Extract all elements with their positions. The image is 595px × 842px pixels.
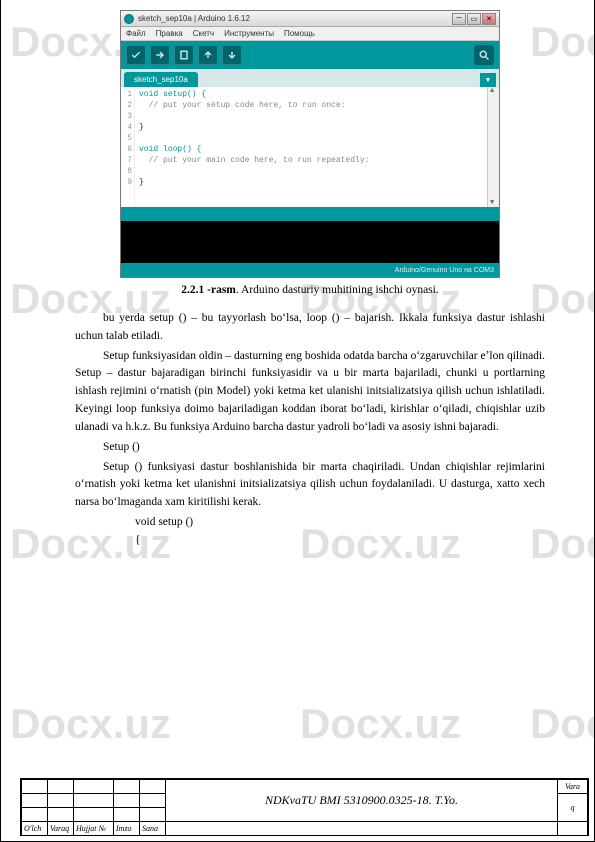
figure-caption: 2.2.1 -rasm. Arduino dasturiy muhitining… [75, 284, 545, 296]
open-button[interactable] [198, 45, 218, 65]
code-text: void setup () [135, 514, 545, 532]
title-block: NDKvaTU BMI 5310900.0325-18. T.Yo. Vara … [20, 778, 589, 836]
stamp-cell [166, 822, 558, 836]
stamp-cell [48, 794, 74, 808]
stamp-cell [140, 780, 166, 794]
menu-tools[interactable]: Инструменты [224, 29, 274, 38]
toolbar [121, 41, 499, 69]
document-code: NDKvaTU BMI 5310900.0325-18. T.Yo. [166, 780, 558, 822]
paragraph: Setup () [75, 439, 545, 457]
code-line: void setup() { [139, 90, 206, 99]
file-icon [178, 49, 190, 61]
paragraph: bu yerda setup () – bu tayyorlash boʻlsa… [75, 310, 545, 346]
line-number: 4 [121, 122, 132, 133]
code-line: // put your setup code here, to run once… [139, 101, 345, 110]
stamp-header: Sana [140, 822, 166, 836]
caption-text: . Arduino dasturiy muhitining ishchi oyn… [236, 284, 439, 296]
arrow-up-icon [202, 49, 214, 61]
line-number: 5 [121, 133, 132, 144]
caption-label: 2.2.1 -rasm [181, 284, 236, 296]
verify-button[interactable] [126, 45, 146, 65]
stamp-cell [140, 794, 166, 808]
console-area [121, 221, 499, 263]
watermark: Docx.uz [300, 700, 461, 748]
menu-edit[interactable]: Правка [156, 29, 183, 38]
stamp-cell [558, 822, 588, 836]
vertical-scrollbar[interactable] [487, 87, 499, 207]
stamp-cell [22, 780, 48, 794]
stamp-header: Varaq [48, 822, 74, 836]
close-button[interactable]: ✕ [482, 13, 496, 25]
line-number: 7 [121, 155, 132, 166]
line-number: 9 [121, 177, 132, 188]
line-number: 2 [121, 100, 132, 111]
q-label: q [558, 794, 588, 822]
stamp-cell [48, 780, 74, 794]
line-numbers: 1 2 3 4 5 6 7 8 9 [121, 87, 135, 207]
stamp-header: O'lch [22, 822, 48, 836]
stamp-cell [74, 808, 114, 822]
upload-button[interactable] [150, 45, 170, 65]
code-line: // put your main code here, to run repea… [139, 156, 369, 165]
menu-bar: Файл Правка Скетч Инструменты Помощь [121, 27, 499, 41]
code-editor[interactable]: 1 2 3 4 5 6 7 8 9 void setup() { // put … [121, 87, 499, 207]
window-titlebar: sketch_sep10a | Arduino 1.6.12 ─ ▭ ✕ [121, 11, 499, 27]
minimize-button[interactable]: ─ [452, 13, 466, 25]
stamp-cell [22, 808, 48, 822]
maximize-button[interactable]: ▭ [467, 13, 481, 25]
tab-menu-button[interactable]: ▼ [480, 73, 496, 87]
stamp-cell [114, 794, 140, 808]
menu-help[interactable]: Помощь [284, 29, 315, 38]
menu-file[interactable]: Файл [126, 29, 146, 38]
stamp-cell [48, 808, 74, 822]
code-line: } [139, 123, 144, 132]
code-line: void loop() { [139, 145, 201, 154]
page-content: sketch_sep10a | Arduino 1.6.12 ─ ▭ ✕ Фай… [75, 10, 545, 550]
line-number: 3 [121, 111, 132, 122]
line-number: 6 [121, 144, 132, 155]
stamp-cell [74, 794, 114, 808]
stamp-cell [22, 794, 48, 808]
new-button[interactable] [174, 45, 194, 65]
stamp-table: NDKvaTU BMI 5310900.0325-18. T.Yo. Vara … [21, 779, 588, 836]
code-area[interactable]: void setup() { // put your setup code he… [135, 87, 499, 207]
arrow-down-icon [226, 49, 238, 61]
window-title: sketch_sep10a | Arduino 1.6.12 [138, 14, 452, 23]
watermark: Docx.uz [530, 700, 595, 748]
tab-bar: sketch_sep10a ▼ [121, 69, 499, 87]
arduino-ide-window: sketch_sep10a | Arduino 1.6.12 ─ ▭ ✕ Фай… [120, 10, 500, 278]
vara-label: Vara [558, 780, 588, 794]
serial-monitor-button[interactable] [474, 45, 494, 65]
stamp-cell [140, 808, 166, 822]
status-bar: Arduino/Genuino Uno на COM3 [121, 263, 499, 277]
check-icon [130, 49, 142, 61]
sketch-tab[interactable]: sketch_sep10a [124, 72, 198, 87]
watermark: Docx.uz [10, 700, 171, 748]
line-number: 1 [121, 89, 132, 100]
stamp-cell [114, 780, 140, 794]
stamp-header: Hujjat № [74, 822, 114, 836]
magnifier-icon [478, 49, 490, 61]
line-number: 8 [121, 166, 132, 177]
arduino-app-icon [124, 14, 134, 24]
stamp-header: Imzo [114, 822, 140, 836]
stamp-cell [114, 808, 140, 822]
code-text: { [135, 532, 545, 550]
stamp-cell [74, 780, 114, 794]
arrow-right-icon [154, 49, 166, 61]
menu-sketch[interactable]: Скетч [193, 29, 214, 38]
save-button[interactable] [222, 45, 242, 65]
board-status: Arduino/Genuino Uno на COM3 [395, 267, 494, 274]
code-line: } [139, 178, 144, 187]
paragraph: Setup funksiyasidan oldin – dasturning e… [75, 348, 545, 437]
paragraph: Setup () funksiyasi dastur boshlanishida… [75, 459, 545, 512]
status-divider [121, 207, 499, 221]
